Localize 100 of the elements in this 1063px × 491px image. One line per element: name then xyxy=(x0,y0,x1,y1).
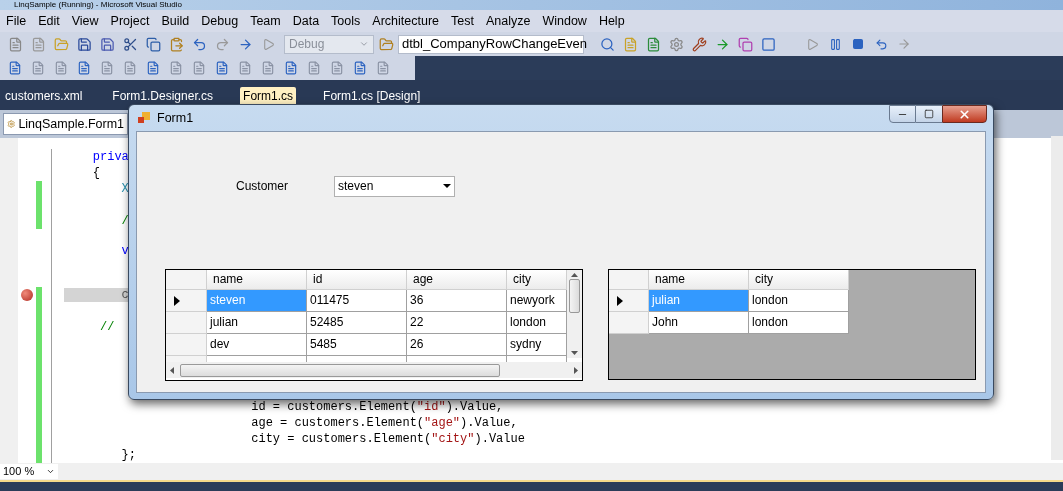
document-icon xyxy=(31,61,45,75)
vertical-scrollbar[interactable] xyxy=(567,270,582,358)
code-line: { xyxy=(91,165,100,181)
code-line: city = customers.Element("city").Value xyxy=(250,431,525,447)
table-cell[interactable]: london xyxy=(749,290,849,312)
table-cell[interactable]: 5485 xyxy=(307,334,407,356)
document-icon xyxy=(238,61,252,75)
zoom-dropdown[interactable]: 100 % xyxy=(0,464,58,479)
pages-icon xyxy=(737,36,753,52)
close-button[interactable] xyxy=(942,105,987,123)
right-arrow-icon xyxy=(574,366,578,374)
arrow-icon xyxy=(897,37,911,51)
menu-item[interactable]: Analyze xyxy=(479,11,537,31)
code-line: // xyxy=(99,319,115,335)
document-icon xyxy=(8,61,22,75)
table-cell[interactable]: london xyxy=(507,312,567,334)
scissors-icon xyxy=(122,36,138,52)
window-title: LinqSample (Running) - Microsoft Visual Studio xyxy=(14,0,182,10)
table-cell[interactable]: julian xyxy=(207,312,307,334)
table-cell[interactable]: dev xyxy=(207,334,307,356)
menu-item[interactable]: Window xyxy=(536,11,593,31)
document-icon xyxy=(645,36,661,52)
document-icon xyxy=(123,61,137,75)
row-header[interactable] xyxy=(609,290,649,312)
document-icon xyxy=(622,36,638,52)
document-tab[interactable]: Form1.cs xyxy=(240,87,297,104)
table-cell[interactable]: John xyxy=(649,312,749,334)
vertical-scrollbar[interactable] xyxy=(1051,136,1063,460)
menu-item[interactable]: Team xyxy=(244,11,287,31)
table-cell[interactable]: 22 xyxy=(407,312,507,334)
folder-icon xyxy=(53,36,69,52)
document-icon xyxy=(330,61,344,75)
table-cell[interactable]: 011475 xyxy=(307,290,407,312)
table-cell[interactable]: london xyxy=(749,312,849,334)
code-line: }; xyxy=(120,447,136,463)
document-icon xyxy=(353,61,367,75)
column-header[interactable]: age xyxy=(407,270,507,290)
menu-item[interactable]: Architecture xyxy=(366,11,445,31)
form-icon xyxy=(137,111,151,125)
column-header[interactable]: id xyxy=(307,270,407,290)
code-line: / xyxy=(120,213,129,229)
horizontal-scrollbar[interactable] xyxy=(166,362,582,378)
menu-item[interactable]: Project xyxy=(104,11,156,31)
code-line: age = customers.Element("age").Value, xyxy=(250,415,518,431)
document-icon xyxy=(307,61,321,75)
menu-item[interactable]: Tools xyxy=(325,11,367,31)
minimize-button[interactable] xyxy=(889,105,916,123)
document-tab[interactable]: Form1.cs [Design] xyxy=(320,87,424,104)
arrow-icon xyxy=(237,36,253,52)
document-icon xyxy=(192,61,206,75)
type-dropdown[interactable]: LinqSample.Form1 xyxy=(3,113,128,135)
document-icon xyxy=(100,61,114,75)
table-cell[interactable]: sydny xyxy=(507,334,567,356)
clipboard-icon xyxy=(168,36,184,52)
maximize-icon xyxy=(924,109,934,119)
play-icon xyxy=(805,37,819,51)
document-icon xyxy=(146,61,160,75)
document-icon xyxy=(7,36,23,52)
play-icon xyxy=(261,37,275,51)
document-tab[interactable]: Form1.Designer.cs xyxy=(109,87,217,104)
document-icon xyxy=(169,61,183,75)
menu-item[interactable]: Test xyxy=(445,11,480,31)
menu-item[interactable]: Build xyxy=(155,11,196,31)
menu-item[interactable]: Data xyxy=(286,11,326,31)
find-combo[interactable]: dtbl_CompanyRowChangeEven xyxy=(398,34,584,54)
customer-combo[interactable]: steven xyxy=(334,175,455,197)
column-header[interactable]: city xyxy=(507,270,567,290)
curved-arrow-icon xyxy=(874,37,888,51)
table-cell[interactable]: 26 xyxy=(407,334,507,356)
pages-icon xyxy=(145,36,161,52)
menu-item[interactable]: Debug xyxy=(195,11,245,31)
dialog-title: Form1 xyxy=(157,109,194,127)
grid-corner xyxy=(609,270,649,290)
maximize-button[interactable] xyxy=(916,105,942,123)
close-icon xyxy=(958,107,971,121)
document-icon xyxy=(284,61,298,75)
column-header[interactable]: name xyxy=(207,270,307,290)
table-cell[interactable]: 36 xyxy=(407,290,507,312)
table-cell[interactable]: 52485 xyxy=(307,312,407,334)
menu-item[interactable]: Edit xyxy=(32,11,66,31)
table-cell[interactable]: newyork xyxy=(507,290,567,312)
document-tab[interactable]: customers.xml xyxy=(2,87,86,104)
column-header[interactable]: name xyxy=(649,270,749,290)
menu-item[interactable]: Help xyxy=(592,11,631,31)
document-icon xyxy=(30,36,46,52)
gear-icon xyxy=(668,36,684,52)
floppy-icon xyxy=(76,36,92,52)
menu-item[interactable]: View xyxy=(65,11,105,31)
row-header[interactable] xyxy=(166,290,207,312)
square-icon xyxy=(760,36,776,52)
caret-icon xyxy=(443,184,451,188)
code-line: id = customers.Element("id").Value, xyxy=(250,399,504,415)
column-header[interactable]: city xyxy=(749,270,849,290)
document-icon xyxy=(376,61,390,75)
caret-icon xyxy=(359,39,369,49)
menu-item[interactable]: File xyxy=(0,11,33,31)
document-icon xyxy=(215,61,229,75)
gear-icon xyxy=(7,118,16,130)
up-arrow-icon xyxy=(571,273,578,277)
code-line: X xyxy=(120,181,129,197)
